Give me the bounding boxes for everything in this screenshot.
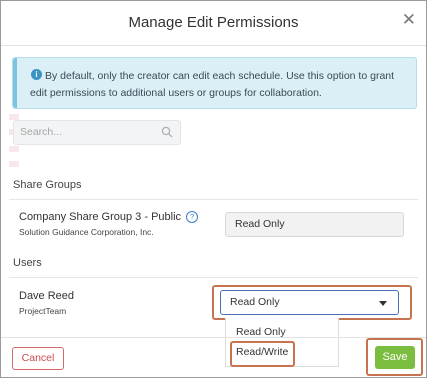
user-name: Dave Reed [19,290,75,302]
dialog-title: Manage Edit Permissions [128,14,299,31]
share-group-name-text: Company Share Group 3 - Public [19,211,182,223]
user-permission-value: Read Only [230,296,280,308]
info-alert: i By default, only the creator can edit … [12,57,417,109]
footer-divider [1,337,426,338]
divider [9,277,418,278]
manage-edit-permissions-dialog: Manage Edit Permissions ✕ i By default, … [0,0,427,378]
share-group-permission-value: Read Only [235,218,285,230]
close-icon[interactable]: ✕ [402,11,416,28]
search-box [13,120,181,145]
chevron-down-icon [379,301,387,306]
search-input[interactable] [20,124,155,140]
share-group-name: Company Share Group 3 - Public? [19,211,199,223]
dialog-header: Manage Edit Permissions ✕ [1,1,426,46]
artifact-mark [9,146,19,152]
search-icon[interactable] [161,126,173,138]
save-button[interactable]: Save [375,346,415,369]
share-group-org: Solution Guidance Corporation, Inc. [19,227,154,237]
share-group-permission-select[interactable]: Read Only [225,212,404,237]
cancel-button[interactable]: Cancel [12,347,64,370]
artifact-mark [9,161,19,167]
share-groups-heading: Share Groups [13,179,82,191]
help-icon[interactable]: ? [186,211,199,223]
info-alert-accent [13,58,17,108]
user-team: ProjectTeam [19,306,67,316]
user-permission-select[interactable]: Read Only [220,290,399,315]
info-alert-text: By default, only the creator can edit ea… [30,70,395,99]
users-heading: Users [13,257,42,269]
option-highlight-box [230,341,295,367]
divider [9,199,418,200]
